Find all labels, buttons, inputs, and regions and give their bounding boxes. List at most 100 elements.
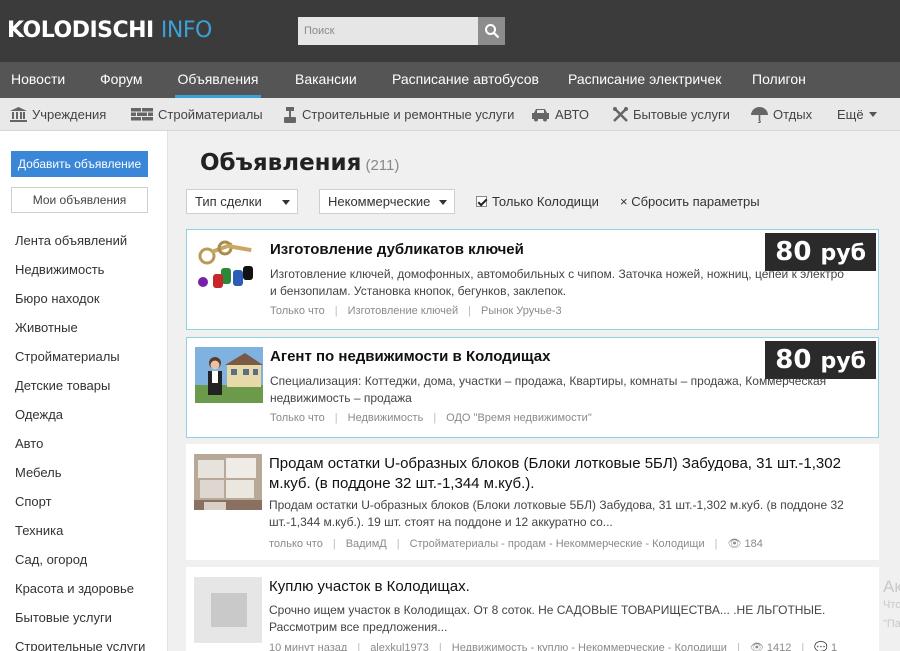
sidebar-item-feed[interactable]: Лента объявлений bbox=[15, 233, 145, 262]
close-icon: × bbox=[620, 194, 628, 209]
subnav-construction-services[interactable]: Строительные и ремонтные услуги bbox=[284, 98, 514, 131]
sidebar-item-tech[interactable]: Техника bbox=[15, 523, 145, 552]
title-line: Продам остатки U-образных блоков (Блоки … bbox=[269, 455, 841, 472]
commercial-select[interactable]: Некоммерческие bbox=[319, 189, 455, 214]
only-kolodischi-label[interactable]: Только Колодищи bbox=[492, 194, 599, 209]
sidebar-item-furniture[interactable]: Мебель bbox=[15, 465, 145, 494]
sidebar-item-beauty[interactable]: Красота и здоровье bbox=[15, 581, 145, 610]
desc-line: Специализация: Коттеджи, дома, участки –… bbox=[270, 374, 827, 388]
my-ads-button[interactable]: Мои объявления bbox=[11, 187, 148, 213]
listing-card[interactable]: Продам остатки U-образных блоков (Блоки … bbox=[186, 444, 879, 560]
listing-description: Специализация: Коттеджи, дома, участки –… bbox=[270, 373, 870, 407]
listing-meta: Только что | Изготовление ключей | Рынок Уру… bbox=[270, 305, 562, 317]
listing-time: Только что bbox=[270, 412, 325, 424]
listing-author[interactable]: alexkul1973 bbox=[370, 642, 429, 651]
logo-text-accent: INFO bbox=[160, 18, 212, 43]
listing-title[interactable]: Изготовление дубликатов ключей bbox=[270, 240, 524, 260]
comments-count: 1 bbox=[830, 642, 838, 651]
subnav-label: Бытовые услуги bbox=[633, 107, 730, 122]
sidebar-item-real-estate[interactable]: Недвижимость bbox=[15, 262, 145, 291]
page-title-text: Объявления bbox=[200, 150, 362, 176]
sidebar-item-construction[interactable]: Строительные услуги bbox=[15, 639, 145, 651]
sidebar-item-auto[interactable]: Авто bbox=[15, 436, 145, 465]
listing-title[interactable]: Куплю участок в Колодищах. bbox=[269, 577, 470, 597]
top-bar: KOLODISCHI INFO bbox=[0, 0, 900, 62]
listing-time: Только что bbox=[270, 305, 325, 317]
listing-category[interactable]: Стройматериалы - продам - Некоммерческие… bbox=[410, 538, 705, 550]
subnav-label: Строительные и ремонтные услуги bbox=[302, 107, 515, 122]
listing-category[interactable]: Изготовление ключей bbox=[348, 305, 459, 317]
desc-line: и бензопилам. Установка кнопок, бегунков… bbox=[270, 284, 567, 298]
listing-meta: Только что | Недвижимость | ОДО "Время недви… bbox=[270, 412, 592, 424]
listing-category[interactable]: Недвижимость bbox=[348, 412, 424, 424]
listing-category[interactable]: Недвижимость - куплю - Некоммерческие - … bbox=[452, 642, 727, 651]
desc-line: шт.-1,344 м.куб.). 19 шт. стоят на поддо… bbox=[269, 515, 613, 529]
listing-card[interactable]: Агент по недвижимости в Колодищах 80 руб… bbox=[186, 337, 879, 438]
subnav-household-services[interactable]: Бытовые услуги bbox=[613, 98, 730, 131]
search-input[interactable] bbox=[298, 17, 478, 45]
subnav-building-materials[interactable]: Стройматериалы bbox=[131, 98, 263, 131]
nav-ads[interactable]: Объявления bbox=[175, 62, 261, 98]
price-value: 80 bbox=[775, 345, 812, 375]
price-currency: руб bbox=[820, 241, 866, 266]
add-ad-button[interactable]: Добавить объявление bbox=[11, 151, 148, 177]
ads-count: (211) bbox=[365, 157, 400, 174]
nav-polygon[interactable]: Полигон bbox=[752, 62, 806, 98]
sidebar-item-kids[interactable]: Детские товары bbox=[15, 378, 145, 407]
bricks-icon bbox=[131, 108, 153, 121]
sidebar-item-building-materials[interactable]: Стройматериалы bbox=[15, 349, 145, 378]
category-nav: Учреждения Стройматериалы Строительные и… bbox=[0, 98, 900, 131]
listing-card[interactable]: Изготовление дубликатов ключей 80 руб Из… bbox=[186, 229, 879, 330]
listing-author[interactable]: ВадимД bbox=[346, 538, 387, 550]
price-value: 80 bbox=[775, 237, 812, 267]
listing-location: ОДО "Время недвижимости" bbox=[446, 412, 592, 424]
sidebar-item-animals[interactable]: Животные bbox=[15, 320, 145, 349]
sidebar-item-sport[interactable]: Спорт bbox=[15, 494, 145, 523]
sidebar-item-lost-found[interactable]: Бюро находок bbox=[15, 291, 145, 320]
listing-thumbnail-agent bbox=[195, 347, 263, 403]
search-button[interactable] bbox=[478, 17, 505, 45]
comment-icon: 💬 bbox=[814, 642, 828, 651]
umbrella-icon bbox=[751, 106, 768, 123]
site-logo[interactable]: KOLODISCHI INFO bbox=[7, 18, 212, 43]
views-icon: 👁 bbox=[749, 642, 764, 651]
ghost-line: Что bbox=[883, 599, 900, 611]
search-icon bbox=[484, 24, 499, 39]
paint-roller-icon bbox=[284, 106, 296, 123]
reset-filters-link[interactable]: × Сбросить параметры bbox=[620, 194, 760, 209]
nav-forum[interactable]: Форум bbox=[100, 62, 143, 98]
subnav-label: Учреждения bbox=[32, 107, 107, 122]
title-line: м.куб. (в поддоне 32 шт.-1,344 м.куб.). bbox=[269, 475, 535, 492]
subnav-auto[interactable]: АВТО bbox=[531, 98, 589, 131]
deal-type-value: Тип сделки bbox=[195, 194, 262, 209]
listing-location: Рынок Уручье-3 bbox=[481, 305, 562, 317]
logo-text: KOLODISCHI bbox=[7, 18, 154, 43]
listing-card[interactable]: Куплю участок в Колодищах. Срочно ищем у… bbox=[186, 567, 879, 651]
listing-title[interactable]: Продам остатки U-образных блоков (Блоки … bbox=[269, 454, 841, 494]
commercial-value: Некоммерческие bbox=[328, 194, 431, 209]
subnav-institutions[interactable]: Учреждения bbox=[10, 98, 106, 131]
nav-news[interactable]: Новости bbox=[11, 62, 65, 98]
offscreen-panel-text: Ак Что "Па bbox=[883, 577, 900, 634]
ghost-title: Ак bbox=[883, 577, 900, 596]
deal-type-select[interactable]: Тип сделки bbox=[186, 189, 298, 214]
page-title: Объявления (211) bbox=[200, 150, 399, 176]
nav-vacancies[interactable]: Вакансии bbox=[295, 62, 357, 98]
sidebar-item-household[interactable]: Бытовые услуги bbox=[15, 610, 145, 639]
sidebar-item-garden[interactable]: Сад, огород bbox=[15, 552, 145, 581]
ghost-line: "Па bbox=[883, 618, 900, 630]
sidebar-item-clothing[interactable]: Одежда bbox=[15, 407, 145, 436]
category-list: Лента объявлений Недвижимость Бюро наход… bbox=[15, 233, 145, 651]
subnav-leisure[interactable]: Отдых bbox=[751, 98, 812, 131]
listing-title[interactable]: Агент по недвижимости в Колодищах bbox=[270, 347, 550, 367]
subnav-more[interactable]: Ещё bbox=[837, 98, 877, 131]
tools-icon bbox=[613, 107, 628, 122]
nav-bus-schedule[interactable]: Расписание автобусов bbox=[392, 62, 539, 98]
views-count: 1412 bbox=[766, 642, 792, 651]
listing-meta: только что | ВадимД | Стройматериалы - прода… bbox=[269, 538, 763, 550]
subnav-label: Ещё bbox=[837, 107, 864, 122]
nav-train-schedule[interactable]: Расписание электричек bbox=[568, 62, 721, 98]
only-kolodischi-checkbox[interactable] bbox=[476, 196, 487, 207]
views-icon: 👁 bbox=[727, 538, 742, 550]
desc-line: Продам остатки U-образных блоков (Блоки … bbox=[269, 498, 844, 512]
